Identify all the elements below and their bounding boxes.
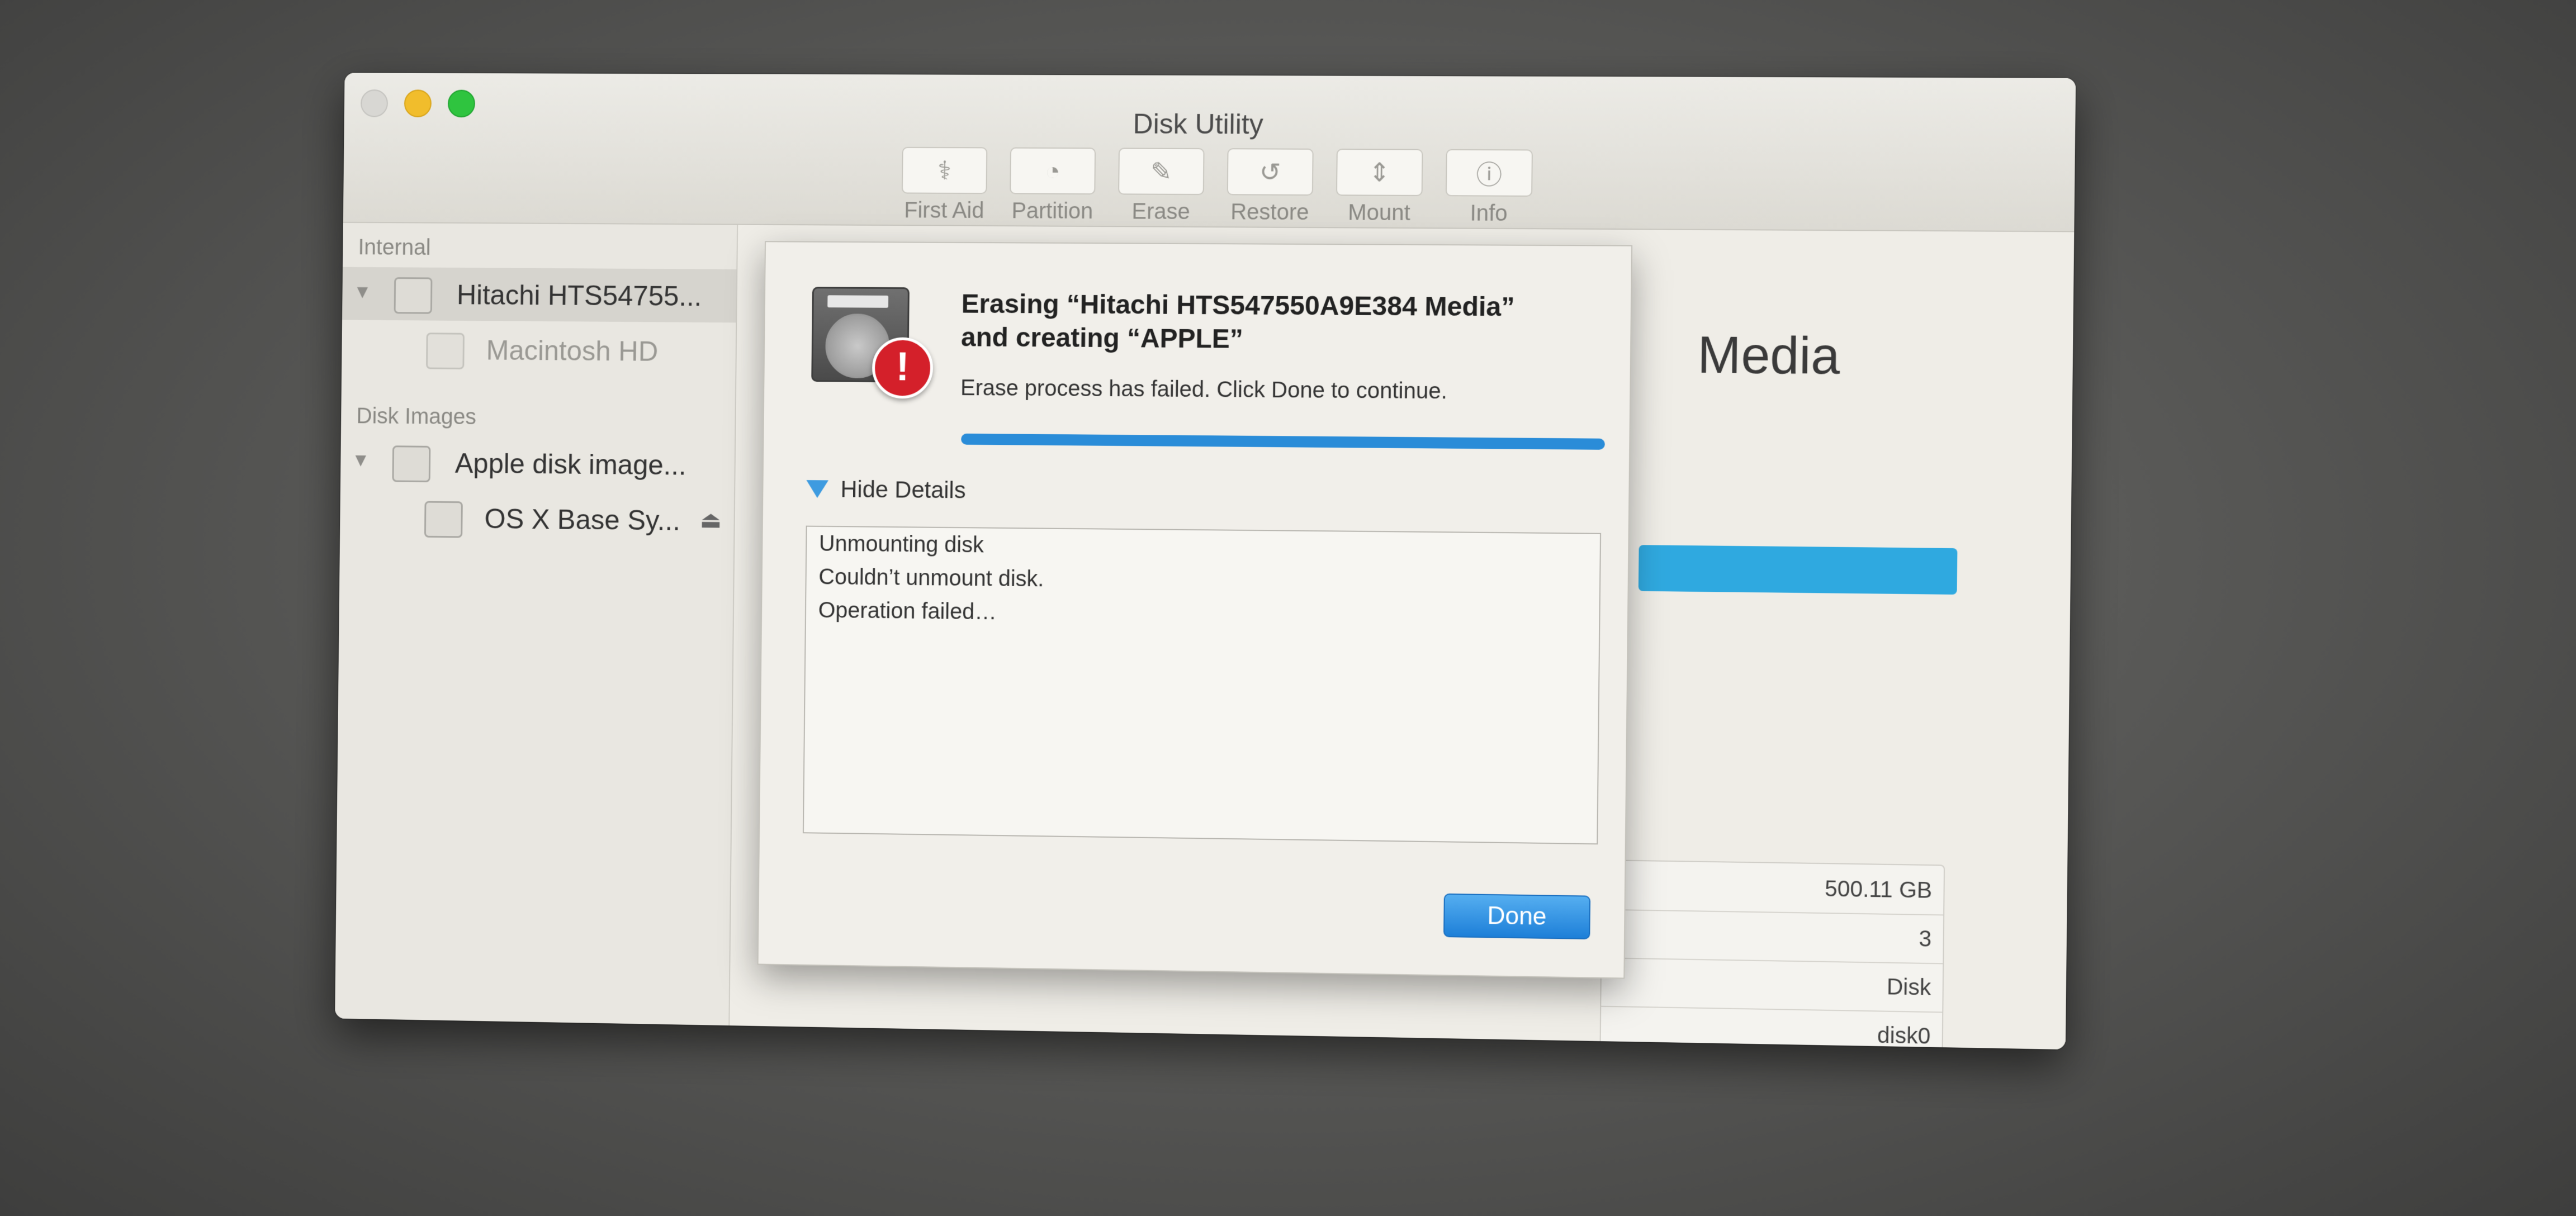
info-tool[interactable]: ⓘ Info [1435,149,1543,227]
erase-tool[interactable]: ✎ Erase [1108,148,1215,225]
sidebar-item-apple-disk-image[interactable]: ▼ Apple disk image... [340,435,735,492]
sidebar-item-label: Hitachi HTS54755... [456,279,702,312]
table-divider [1602,957,1943,965]
erase-sheet-dialog: ! Erasing “Hitachi HTS547550A9E384 Media… [757,241,1633,979]
photo-scene: Disk Utility ⚕ First Aid ◔ Partition ✎ E… [0,0,2576,1216]
first-aid-tool[interactable]: ⚕ First Aid [892,146,998,224]
info-icon[interactable]: ⓘ [1445,149,1533,197]
partition-tool[interactable]: ◔ Partition [1000,147,1106,225]
sidebar-item-macintosh-hd[interactable]: Macintosh HD [342,322,736,378]
table-divider [1601,1005,1943,1013]
restore-tool[interactable]: ↺ Restore [1216,148,1324,225]
disk-label-decor [827,295,889,308]
done-button[interactable]: Done [1443,893,1591,940]
type-value: Disk [1886,974,1931,1000]
sheet-title-line1: Erasing “Hitachi HTS547550A9E384 Media” [961,289,1515,322]
sidebar-item-os-x-base[interactable]: OS X Base Sy... ⏏ [340,490,734,547]
erase-label: Erase [1131,199,1190,224]
eject-icon[interactable]: ⏏ [700,506,722,533]
restore-icon[interactable]: ↺ [1227,148,1314,196]
sidebar-header-internal: Internal [358,235,431,260]
status-message: Erase process has failed. Click Done to … [960,376,1448,404]
disk-info-table: 500.11 GB 3 Disk disk0 [1599,859,1945,1050]
window-title: Disk Utility [1133,108,1263,140]
restore-label: Restore [1230,200,1309,225]
log-line: Operation failed… [818,598,997,625]
titlebar: Disk Utility ⚕ First Aid ◔ Partition ✎ E… [343,73,2076,232]
usage-bar [1638,545,1958,595]
erase-icon[interactable]: ✎ [1118,148,1205,196]
progress-bar [961,433,1605,450]
sidebar-header-disk-images: Disk Images [356,403,477,429]
sheet-title: Erasing “Hitachi HTS547550A9E384 Media” … [961,288,1606,359]
disclosure-triangle-icon[interactable]: ▼ [352,449,370,471]
sidebar-item-label: Macintosh HD [486,334,659,367]
device-value: disk0 [1877,1023,1931,1049]
sidebar-item-label: OS X Base Sy... [484,503,681,536]
capacity-value: 500.11 GB [1824,876,1933,903]
partition-label: Partition [1011,198,1093,224]
hard-disk-icon [394,277,433,314]
stethoscope-icon[interactable]: ⚕ [901,146,988,194]
disk-image-icon [392,445,431,483]
first-aid-label: First Aid [904,198,984,223]
disclosure-triangle-icon[interactable]: ▼ [353,282,372,303]
disclosure-triangle-icon[interactable] [806,480,828,498]
sheet-title-line2: and creating “APPLE” [960,322,1244,354]
child-count-value: 3 [1919,926,1932,952]
warning-icon: ! [872,337,934,399]
pie-chart-icon[interactable]: ◔ [1010,147,1096,195]
hard-disk-warning-icon: ! [811,276,934,399]
log-line: Unmounting disk [818,531,984,558]
table-divider [1602,909,1944,916]
details-log[interactable]: Unmounting disk Couldn’t unmount disk. O… [802,525,1602,845]
hide-details-label: Hide Details [840,476,966,504]
sidebar: Internal ▼ Hitachi HTS54755... Macintosh… [335,222,738,1026]
hide-details-toggle[interactable]: Hide Details [806,476,966,504]
volume-icon [424,501,463,538]
disk-name-heading: Media [1697,326,1840,385]
sidebar-item-label: Apple disk image... [454,448,686,481]
mount-tool[interactable]: ⇕ Mount [1325,149,1433,226]
log-line: Couldn’t unmount disk. [818,564,1044,592]
sidebar-item-hitachi[interactable]: ▼ Hitachi HTS54755... [342,267,737,323]
info-label: Info [1470,201,1508,226]
volume-icon [426,332,465,369]
mount-icon[interactable]: ⇕ [1336,149,1423,196]
mount-label: Mount [1347,200,1410,226]
